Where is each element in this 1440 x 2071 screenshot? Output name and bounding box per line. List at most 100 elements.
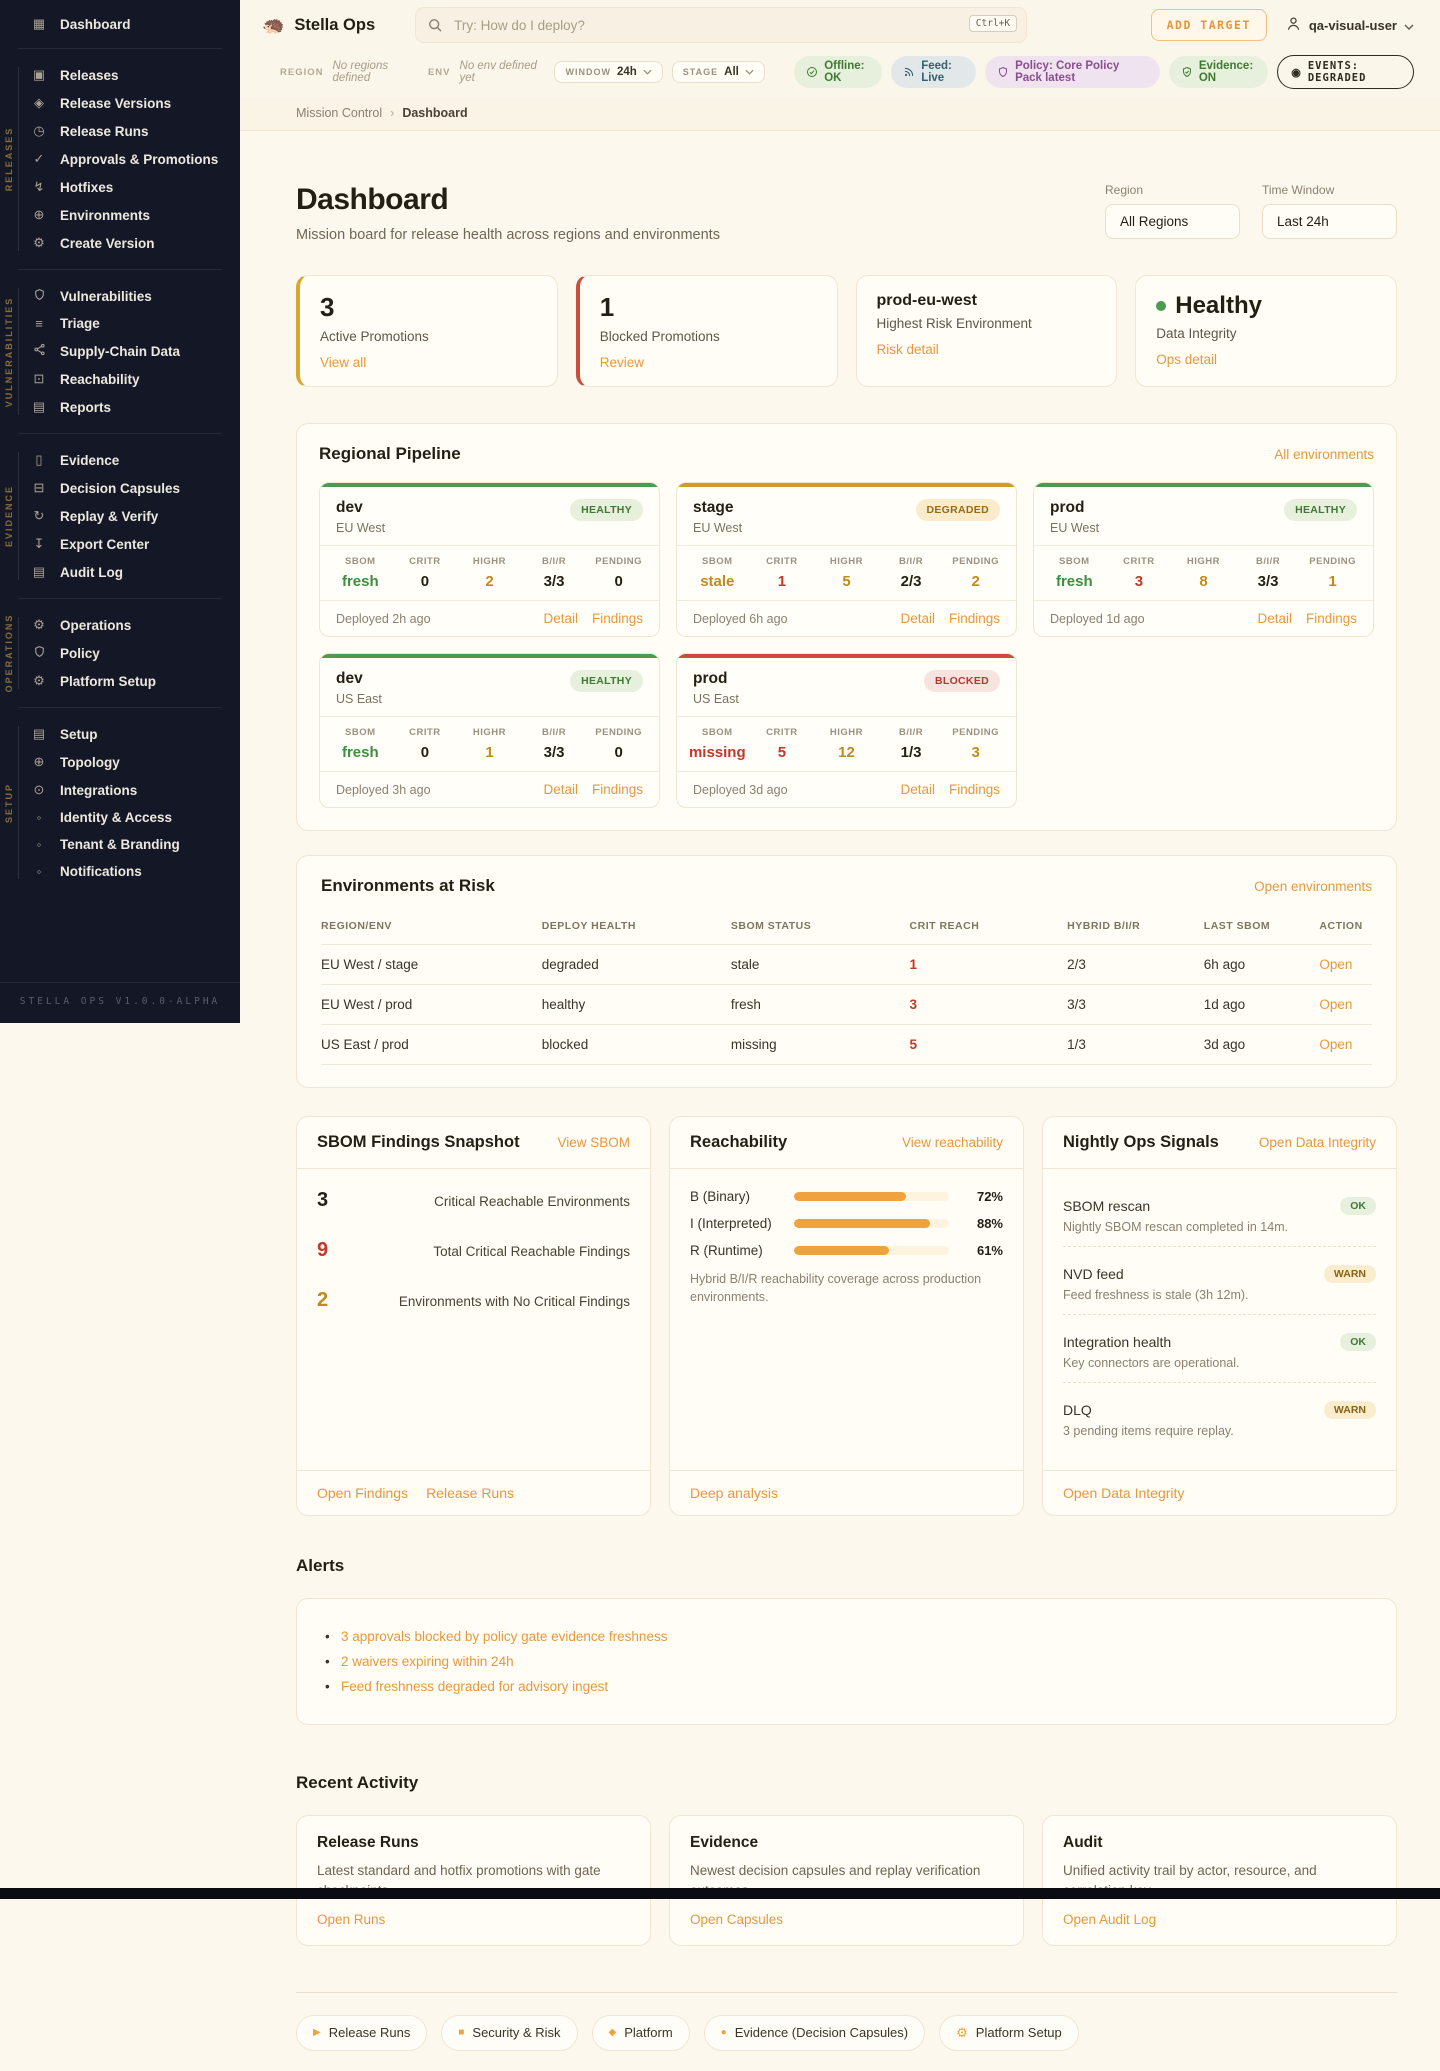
findings-link[interactable]: Findings bbox=[949, 611, 1000, 626]
pipeline-card-stage-eu-west: stage EU West DEGRADED SBOM stale CRITR 1 … bbox=[676, 482, 1017, 637]
findings-link[interactable]: Findings bbox=[1306, 611, 1357, 626]
detail-link[interactable]: Detail bbox=[900, 782, 935, 797]
findings-link[interactable]: Findings bbox=[592, 611, 643, 626]
breadcrumb-mission-control[interactable]: Mission Control bbox=[296, 106, 382, 120]
chip-platform-setup[interactable]: ⚙ Platform Setup bbox=[939, 2014, 1079, 2051]
sidebar-item-supply-chain-data[interactable]: Supply-Chain Data bbox=[0, 337, 240, 365]
policy-status-pill[interactable]: Policy: Core Policy Pack latest bbox=[985, 56, 1160, 88]
sidebar-item-triage[interactable]: ≡ Triage bbox=[0, 310, 240, 337]
alert-item[interactable]: Feed freshness degraded for advisory ing… bbox=[325, 1679, 1368, 1694]
snapshot-title: SBOM Findings Snapshot bbox=[317, 1133, 520, 1151]
sidebar-item-label: Tenant & Branding bbox=[60, 837, 180, 852]
events-status-pill[interactable]: ◉ EVENTS: DEGRADED bbox=[1277, 55, 1414, 89]
sidebar-item-hotfixes[interactable]: ↯ Hotfixes bbox=[0, 173, 240, 201]
release-runs-link[interactable]: Release Runs bbox=[426, 1485, 514, 1501]
sidebar-divider bbox=[18, 433, 222, 434]
sidebar-item-replay-verify[interactable]: ↻ Replay & Verify bbox=[0, 502, 240, 530]
ops-detail-link[interactable]: Ops detail bbox=[1156, 352, 1217, 367]
page-title: Dashboard bbox=[296, 183, 449, 216]
stage-selector[interactable]: STAGE All bbox=[671, 61, 765, 83]
sidebar-item-release-versions[interactable]: ◈ Release Versions bbox=[0, 89, 240, 117]
sidebar-item-release-runs[interactable]: ◷ Release Runs bbox=[0, 117, 240, 145]
sidebar-item-environments[interactable]: ⊕ Environments bbox=[0, 201, 240, 229]
chip-release-runs[interactable]: ▶ Release Runs bbox=[296, 2014, 428, 2051]
sidebar-item-reports[interactable]: ▤ Reports bbox=[0, 393, 240, 421]
sidebar-item-setup[interactable]: ▤ Setup bbox=[0, 720, 240, 748]
window-selector[interactable]: WINDOW 24h bbox=[554, 61, 663, 83]
detail-link[interactable]: Detail bbox=[1257, 611, 1292, 626]
sidebar-item-evidence[interactable]: ▯ Evidence bbox=[0, 446, 240, 474]
alert-item[interactable]: 2 waivers expiring within 24h bbox=[325, 1654, 1368, 1669]
sidebar-item-topology[interactable]: ⊕ Topology bbox=[0, 748, 240, 776]
alert-text[interactable]: Feed freshness degraded for advisory ing… bbox=[341, 1679, 608, 1694]
risk-detail-link[interactable]: Risk detail bbox=[877, 342, 939, 357]
sidebar-item-integrations[interactable]: ⊙ Integrations bbox=[0, 776, 240, 804]
open-link[interactable]: Open bbox=[1319, 1037, 1352, 1052]
time-window-filter-select[interactable]: Last 24h bbox=[1262, 204, 1397, 239]
view-reachability-link[interactable]: View reachability bbox=[902, 1135, 1003, 1150]
open-data-integrity-link[interactable]: Open Data Integrity bbox=[1259, 1135, 1376, 1150]
detail-link[interactable]: Detail bbox=[543, 611, 578, 626]
detail-link[interactable]: Detail bbox=[900, 611, 935, 626]
sidebar-item-create-version[interactable]: ⚙ Create Version bbox=[0, 229, 240, 257]
findings-link[interactable]: Findings bbox=[592, 782, 643, 797]
crit-reach-cell: 3 bbox=[909, 984, 1068, 1025]
alert-text[interactable]: 3 approvals blocked by policy gate evide… bbox=[341, 1629, 667, 1644]
open-link[interactable]: Open bbox=[1319, 997, 1352, 1012]
stat-label: B/I/R bbox=[899, 556, 924, 567]
evidence-status-pill[interactable]: Evidence: ON bbox=[1168, 56, 1269, 88]
open-runs-link[interactable]: Open Runs bbox=[317, 1912, 385, 1927]
sidebar-item-operations[interactable]: ⚙ Operations bbox=[0, 611, 240, 639]
user-menu[interactable]: qa-visual-user bbox=[1285, 15, 1414, 35]
status-badge: WARN bbox=[1323, 1265, 1376, 1283]
sidebar-item-tenant-branding[interactable]: ◦ Tenant & Branding bbox=[0, 831, 240, 858]
open-findings-link[interactable]: Open Findings bbox=[317, 1485, 408, 1501]
open-audit-log-link[interactable]: Open Audit Log bbox=[1063, 1912, 1156, 1927]
sidebar-item-identity-access[interactable]: ◦ Identity & Access bbox=[0, 804, 240, 831]
chip-label: Release Runs bbox=[328, 2025, 411, 2040]
sidebar-item-dashboard[interactable]: ▦ Dashboard bbox=[0, 10, 240, 38]
search-input[interactable] bbox=[415, 7, 1028, 43]
sidebar-item-platform-setup[interactable]: ⚙ Platform Setup bbox=[0, 667, 240, 695]
review-link[interactable]: Review bbox=[600, 355, 644, 370]
sidebar-item-vulnerabilities[interactable]: Vulnerabilities bbox=[0, 282, 240, 310]
sidebar-item-notifications[interactable]: ◦ Notifications bbox=[0, 858, 240, 885]
stat-label: B/I/R bbox=[542, 556, 567, 567]
chevron-down-icon bbox=[643, 69, 652, 75]
group-rail-label: RELEASES bbox=[4, 120, 14, 198]
sidebar-item-decision-capsules[interactable]: ⊟ Decision Capsules bbox=[0, 474, 240, 502]
alert-item[interactable]: 3 approvals blocked by policy gate evide… bbox=[325, 1629, 1368, 1644]
sidebar-item-label: Approvals & Promotions bbox=[60, 151, 219, 167]
pending-value: 0 bbox=[614, 573, 623, 590]
sidebar-item-approvals-promotions[interactable]: ✓ Approvals & Promotions bbox=[0, 145, 240, 173]
alert-text[interactable]: 2 waivers expiring within 24h bbox=[341, 1654, 514, 1669]
findings-link[interactable]: Findings bbox=[949, 782, 1000, 797]
sidebar-item-policy[interactable]: Policy bbox=[0, 639, 240, 667]
chip-evidence-decision-capsules[interactable]: ● Evidence (Decision Capsules) bbox=[703, 2014, 926, 2051]
open-link[interactable]: Open bbox=[1319, 957, 1352, 972]
chip-platform[interactable]: ◆ Platform bbox=[591, 2014, 690, 2051]
sidebar-item-audit-log[interactable]: ▤ Audit Log bbox=[0, 558, 240, 586]
chip-security-risk[interactable]: ■ Security & Risk bbox=[441, 2014, 578, 2051]
signal-desc: Feed freshness is stale (3h 12m). bbox=[1063, 1288, 1249, 1302]
open-capsules-link[interactable]: Open Capsules bbox=[690, 1912, 783, 1927]
offline-status-pill[interactable]: Offline: OK bbox=[794, 56, 883, 88]
sidebar-item-releases[interactable]: ▣ Releases bbox=[0, 61, 240, 89]
events-icon: ◉ bbox=[1291, 66, 1302, 79]
open-data-integrity-footer-link[interactable]: Open Data Integrity bbox=[1063, 1485, 1184, 1501]
feed-status-pill[interactable]: Feed: Live bbox=[891, 56, 977, 88]
region-filter-select[interactable]: All Regions bbox=[1105, 204, 1240, 239]
sidebar-item-export-center[interactable]: ↧ Export Center bbox=[0, 530, 240, 558]
archive-icon: ⊟ bbox=[33, 480, 45, 495]
add-target-button[interactable]: ADD TARGET bbox=[1150, 9, 1267, 41]
sidebar-item-reachability[interactable]: ⊡ Reachability bbox=[0, 365, 240, 393]
view-sbom-link[interactable]: View SBOM bbox=[557, 1135, 630, 1150]
view-all-link[interactable]: View all bbox=[320, 355, 366, 370]
app-version: STELLA OPS V1.0.0-ALPHA bbox=[0, 982, 240, 1023]
blocked-promotions-label: Blocked Promotions bbox=[599, 329, 720, 344]
deep-analysis-link[interactable]: Deep analysis bbox=[690, 1485, 778, 1501]
open-environments-link[interactable]: Open environments bbox=[1254, 879, 1372, 894]
all-environments-link[interactable]: All environments bbox=[1274, 447, 1374, 462]
highest-risk-label: Highest Risk Environment bbox=[876, 316, 1032, 331]
detail-link[interactable]: Detail bbox=[543, 782, 578, 797]
